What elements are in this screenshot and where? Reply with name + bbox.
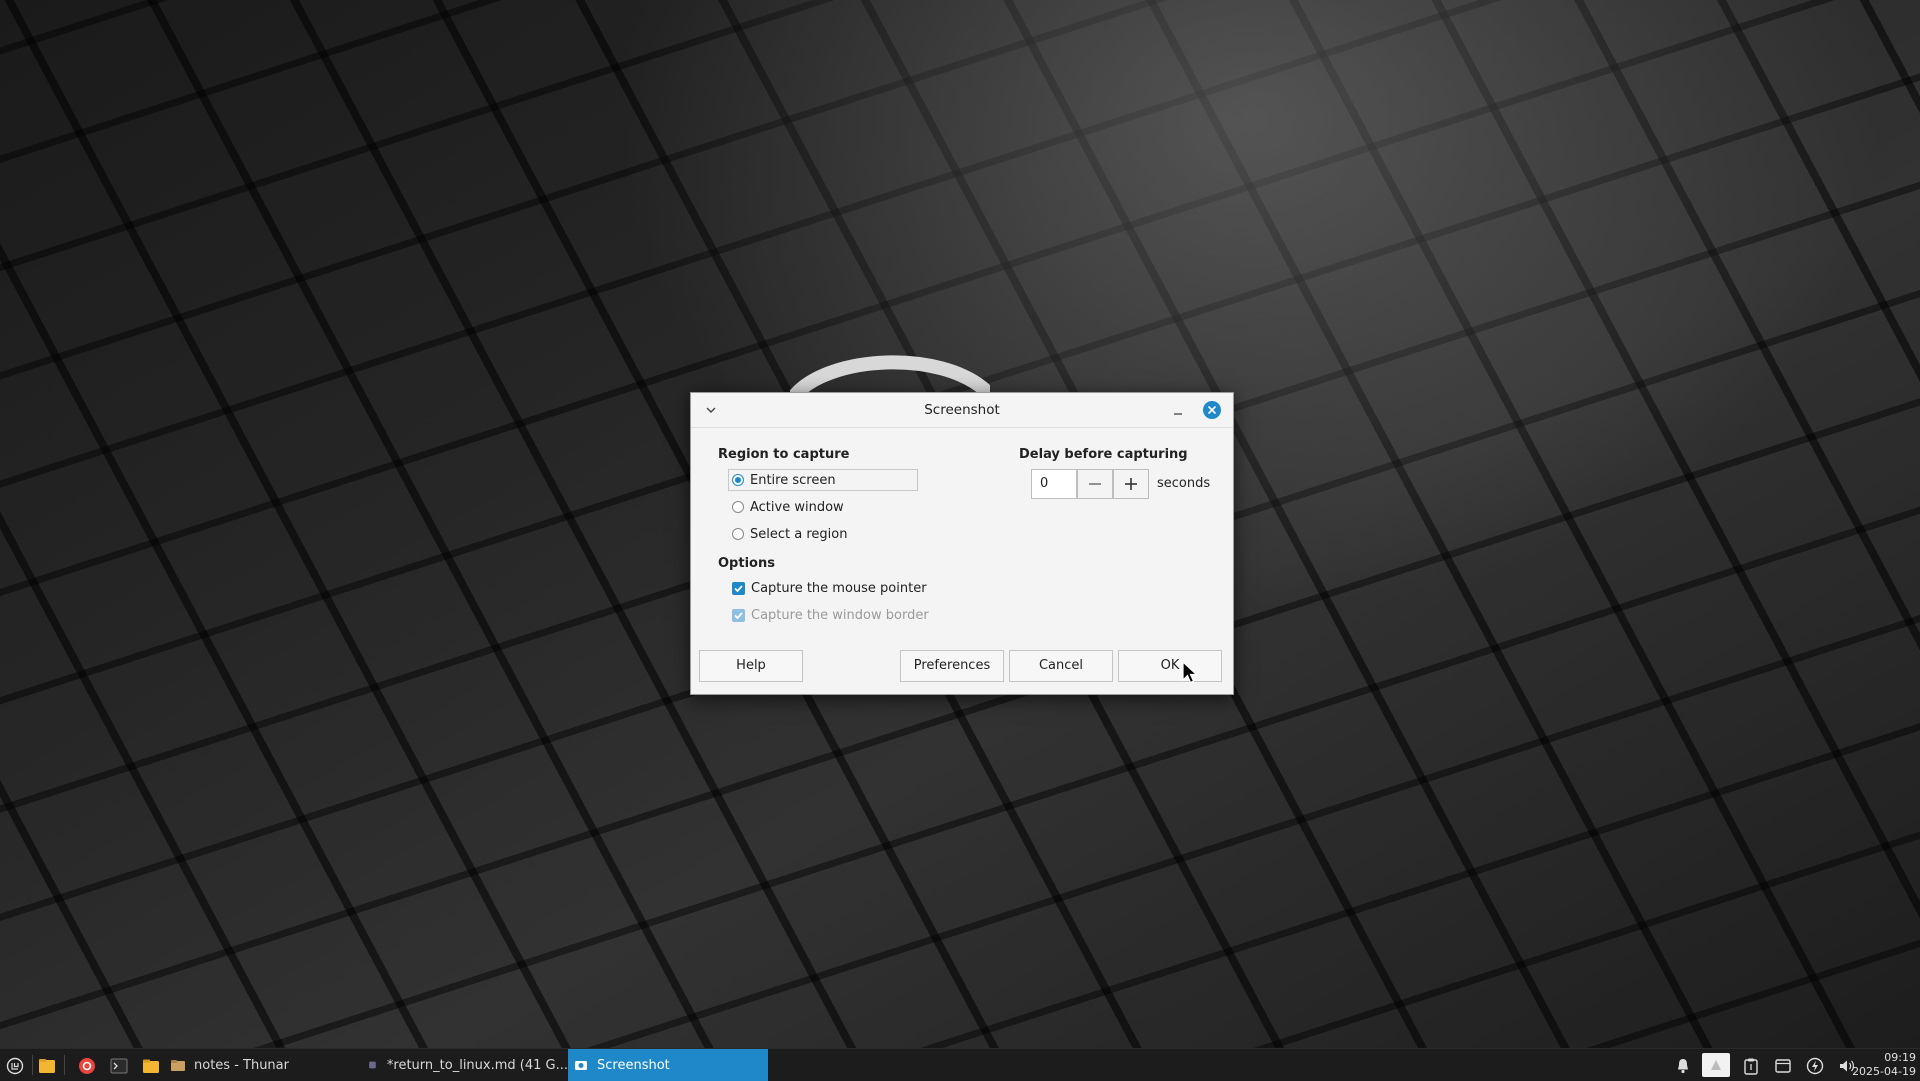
tray-drive-button[interactable] xyxy=(1702,1053,1730,1077)
clock-time: 09:19 xyxy=(1884,1051,1916,1064)
taskbar-separator xyxy=(32,1055,33,1075)
cancel-button[interactable]: Cancel xyxy=(1009,650,1113,682)
notification-bell-icon[interactable] xyxy=(1674,1057,1692,1075)
preferences-button[interactable]: Preferences xyxy=(900,650,1004,682)
screenshot-dialog: Screenshot Region to capture Entire scre… xyxy=(690,392,1234,695)
text-editor-icon xyxy=(369,1061,376,1069)
task-label: *return_to_linux.md (41 G... xyxy=(386,1057,568,1073)
taskbar-task-thunar[interactable]: notes - Thunar xyxy=(170,1049,360,1081)
workspace-switcher-icon[interactable] xyxy=(1774,1057,1792,1075)
folder-icon xyxy=(171,1060,185,1071)
web-browser-launcher-icon[interactable] xyxy=(78,1057,96,1075)
checkbox-capture-window-border: Capture the window border xyxy=(732,604,929,626)
file-manager-launcher-icon[interactable] xyxy=(38,1057,56,1075)
radio-entire-screen[interactable]: Entire screen xyxy=(728,469,918,491)
radio-label: Active window xyxy=(750,499,844,515)
clock[interactable]: 09:19 2025-04-19 xyxy=(1852,1051,1916,1079)
help-button[interactable]: Help xyxy=(699,650,803,682)
clipboard-icon[interactable] xyxy=(1742,1057,1760,1075)
taskbar-task-screenshot[interactable]: Screenshot xyxy=(568,1049,768,1081)
minus-icon xyxy=(1089,483,1101,485)
checkbox-checked-icon xyxy=(732,608,745,622)
radio-active-window[interactable]: Active window xyxy=(732,496,844,518)
plus-icon xyxy=(1125,478,1137,490)
radio-label: Select a region xyxy=(750,526,848,542)
radio-select-region[interactable]: Select a region xyxy=(732,523,847,545)
radio-indicator xyxy=(732,501,744,513)
region-section-label: Region to capture xyxy=(718,447,850,462)
warning-drive-icon xyxy=(1711,1060,1721,1070)
mouse-pointer-icon xyxy=(1182,661,1199,684)
taskbar: notes - Thunar *return_to_linux.md (41 G… xyxy=(0,1048,1920,1081)
minimize-icon[interactable] xyxy=(1169,402,1187,420)
ok-button[interactable]: OK xyxy=(1118,650,1222,682)
close-button[interactable] xyxy=(1203,401,1221,419)
power-manager-icon[interactable] xyxy=(1806,1057,1824,1075)
checkbox-capture-mouse-pointer[interactable]: Capture the mouse pointer xyxy=(732,577,927,599)
radio-label: Entire screen xyxy=(750,472,836,488)
dialog-titlebar[interactable]: Screenshot xyxy=(691,393,1233,428)
terminal-launcher-icon[interactable] xyxy=(110,1057,128,1075)
camera-icon xyxy=(575,1061,587,1070)
options-section-label: Options xyxy=(718,556,775,571)
folder-launcher-icon[interactable] xyxy=(142,1057,160,1075)
delay-unit-label: seconds xyxy=(1157,476,1211,491)
checkbox-label: Capture the window border xyxy=(751,607,929,623)
delay-decrement-button[interactable] xyxy=(1077,469,1113,499)
taskbar-task-editor[interactable]: *return_to_linux.md (41 G... xyxy=(368,1049,568,1081)
delay-increment-button[interactable] xyxy=(1113,469,1149,499)
radio-selected-indicator xyxy=(732,474,744,486)
clock-date: 2025-04-19 xyxy=(1852,1065,1916,1078)
close-icon xyxy=(1208,406,1216,414)
delay-seconds-input[interactable]: 0 xyxy=(1031,469,1077,499)
checkbox-checked-icon xyxy=(732,581,745,595)
app-menu-icon[interactable] xyxy=(6,1057,24,1075)
task-label: notes - Thunar xyxy=(194,1057,289,1073)
checkbox-label: Capture the mouse pointer xyxy=(751,580,927,596)
delay-section-label: Delay before capturing xyxy=(1019,447,1188,462)
taskbar-separator xyxy=(64,1055,65,1075)
task-label: Screenshot xyxy=(597,1057,670,1073)
radio-indicator xyxy=(732,528,744,540)
dialog-title: Screenshot xyxy=(924,402,1000,418)
